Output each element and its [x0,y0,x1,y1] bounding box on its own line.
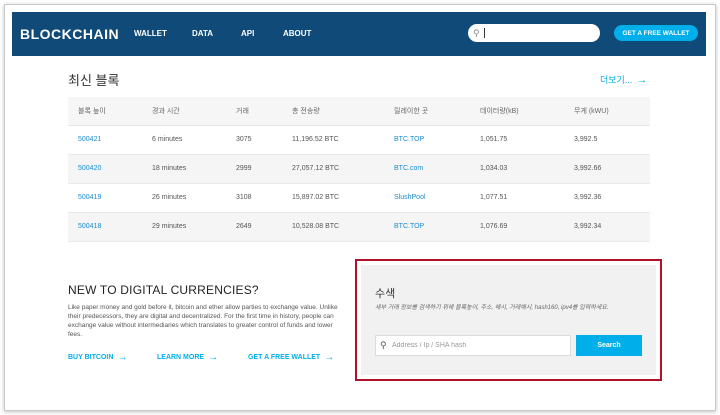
learn-more-label: LEARN MORE [157,354,205,361]
search-button[interactable]: Search [576,335,642,356]
get-free-wallet-button[interactable]: GET A FREE WALLET [614,25,698,41]
table-row: 500420 18 minutes 2999 27,057.12 BTC BTC… [68,154,650,184]
search-description: 세부 거래 정보를 검색하기 위해 블록높이, 주소, 해시, 거래해시, ha… [375,305,609,311]
buy-bitcoin-label: BUY BITCOIN [68,354,114,361]
header-search-input[interactable]: ⚲ [468,24,600,42]
arrow-right-icon: → [636,73,648,86]
latest-blocks-title: 최신 블록 [68,73,120,88]
table-cell: 1,076.69 [470,212,564,242]
more-blocks-label: 더보기... [600,75,633,85]
table-header-row: 블록 높이 경과 시간 거래 총 전송량 릴레이한 곳 데이터량(kB) 무게 … [68,97,650,126]
nav-data[interactable]: DATA [192,29,213,38]
table-cell: 27,057.12 BTC [282,154,384,184]
search-panel: 수색 세부 거래 정보를 검색하기 위해 블록높이, 주소, 해시, 거래해시,… [361,265,656,375]
table-cell: 3,992.36 [564,183,650,213]
get-free-wallet-link[interactable]: GET A FREE WALLET → [248,352,334,363]
intro-title: NEW TO DIGITAL CURRENCIES? [68,283,259,297]
block-height-link[interactable]: 500418 [68,212,142,242]
more-blocks-link[interactable]: 더보기... → [600,73,647,86]
nav-wallet[interactable]: WALLET [134,29,167,38]
intro-description: Like paper money and gold before it, bit… [68,304,338,338]
search-icon: ⚲ [380,340,387,350]
column-header: 블록 높이 [68,97,142,126]
table-row: 500418 29 minutes 2649 10,528.08 BTC BTC… [68,212,650,242]
table-cell: 1,034.03 [470,154,564,184]
table-cell: 3,992.5 [564,125,650,155]
block-height-link[interactable]: 500421 [68,125,142,155]
table-cell: 2649 [226,212,282,242]
search-panel-highlight: 수색 세부 거래 정보를 검색하기 위해 블록높이, 주소, 해시, 거래해시,… [355,259,662,381]
relayed-by-link[interactable]: BTC.com [384,154,470,184]
relayed-by-link[interactable]: BTC.TOP [384,125,470,155]
table-cell: 1,077.51 [470,183,564,213]
search-icon: ⚲ [473,28,480,38]
text-cursor [484,28,485,38]
table-cell: 15,897.02 BTC [282,183,384,213]
table-cell: 6 minutes [142,125,226,155]
nav-about[interactable]: ABOUT [283,29,311,38]
table-cell: 11,196.52 BTC [282,125,384,155]
table-cell: 26 minutes [142,183,226,213]
table-cell: 3,992.66 [564,154,650,184]
column-header: 경과 시간 [142,97,226,126]
relayed-by-link[interactable]: SlushPool [384,183,470,213]
search-title: 수색 [375,288,396,300]
search-input[interactable] [392,338,568,353]
table-cell: 3,992.34 [564,212,650,242]
top-navbar: BLOCKCHAIN WALLET DATA API ABOUT ⚲ GET A… [12,12,706,56]
column-header: 릴레이한 곳 [384,97,470,126]
column-header: 거래 [226,97,282,126]
table-cell: 18 minutes [142,154,226,184]
block-height-link[interactable]: 500419 [68,183,142,213]
buy-bitcoin-link[interactable]: BUY BITCOIN → [68,352,127,363]
arrow-right-icon: → [208,352,219,363]
table-cell: 10,528.08 BTC [282,212,384,242]
logo[interactable]: BLOCKCHAIN [20,26,119,42]
relayed-by-link[interactable]: BTC.TOP [384,212,470,242]
nav-api[interactable]: API [241,29,254,38]
table-row: 500421 6 minutes 3075 11,196.52 BTC BTC.… [68,125,650,155]
learn-more-link[interactable]: LEARN MORE → [157,352,218,363]
arrow-right-icon: → [117,352,128,363]
table-cell: 2999 [226,154,282,184]
blocks-table: 블록 높이 경과 시간 거래 총 전송량 릴레이한 곳 데이터량(kB) 무게 … [68,97,650,242]
block-height-link[interactable]: 500420 [68,154,142,184]
table-cell: 1,051.75 [470,125,564,155]
column-header: 무게 (kWU) [564,97,650,126]
table-cell: 3108 [226,183,282,213]
table-cell: 29 minutes [142,212,226,242]
table-row: 500419 26 minutes 3108 15,897.02 BTC Slu… [68,183,650,213]
table-cell: 3075 [226,125,282,155]
search-field[interactable]: ⚲ [375,335,571,356]
column-header: 데이터량(kB) [470,97,564,126]
arrow-right-icon: → [324,352,335,363]
column-header: 총 전송량 [282,97,384,126]
get-free-wallet-label: GET A FREE WALLET [248,354,321,361]
